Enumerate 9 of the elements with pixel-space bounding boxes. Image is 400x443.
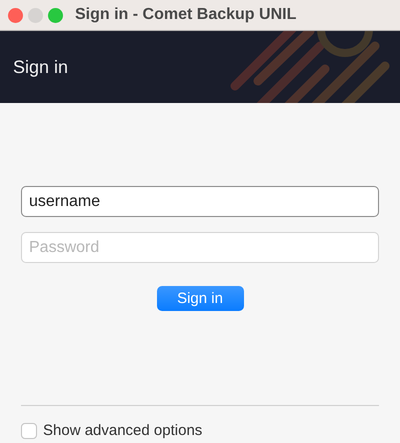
minimize-button[interactable]: [28, 8, 43, 22]
header-title: Sign in: [13, 56, 68, 78]
username-field[interactable]: username: [21, 186, 379, 217]
password-field[interactable]: Password: [21, 232, 379, 263]
zoom-button[interactable]: [48, 8, 63, 22]
window-title: Sign in - Comet Backup UNIL: [75, 6, 296, 24]
close-button[interactable]: [8, 8, 23, 22]
checkbox-label: Show advanced options: [43, 422, 202, 439]
advanced-options-checkbox[interactable]: [21, 422, 37, 438]
